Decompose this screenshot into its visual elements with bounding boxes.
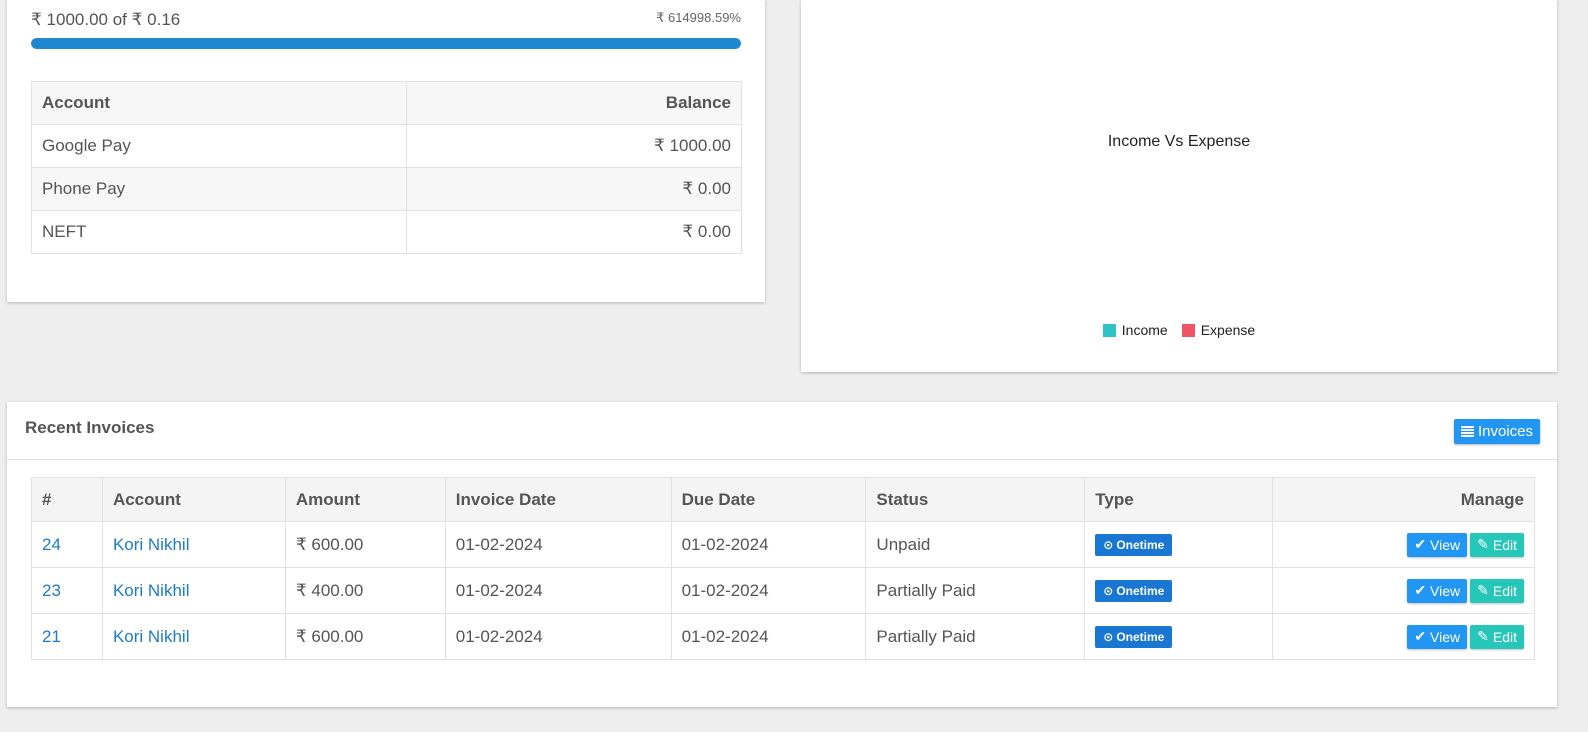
- dot-circle-icon: ⊙: [1103, 537, 1114, 552]
- recent-invoices-panel: Recent Invoices Invoices # Account Amoun…: [7, 402, 1557, 707]
- invoices-button-label: Invoices: [1477, 423, 1533, 440]
- view-button-label: View: [1430, 536, 1461, 553]
- pencil-icon: ✎: [1477, 628, 1489, 644]
- invoice-date: 01-02-2024: [444, 613, 672, 660]
- account-balance: ₹ 0.00: [406, 167, 742, 211]
- column-header-account: Account: [101, 477, 286, 522]
- panel-title: Recent Invoices: [25, 418, 155, 437]
- type-badge: ⊙ Onetime: [1095, 579, 1173, 602]
- manage-cell: ✔ View ✎ Edit: [1272, 521, 1535, 568]
- invoice-status: Unpaid: [865, 521, 1086, 568]
- invoice-number-link[interactable]: 21: [31, 613, 103, 660]
- column-header-number: #: [31, 477, 103, 522]
- column-header-manage: Manage: [1272, 477, 1535, 522]
- legend-label-income: Income: [1121, 322, 1168, 338]
- invoice-type-cell: ⊙ Onetime: [1084, 613, 1274, 660]
- account-name: NEFT: [30, 210, 408, 254]
- type-badge: ⊙ Onetime: [1095, 533, 1173, 556]
- invoice-amount: ₹ 400.00: [284, 567, 446, 614]
- pencil-icon: ✎: [1477, 536, 1489, 552]
- invoice-date: 01-02-2024: [444, 521, 672, 568]
- account-name: Google Pay: [30, 124, 408, 168]
- invoice-type-cell: ⊙ Onetime: [1084, 521, 1274, 568]
- check-icon: ✔: [1414, 536, 1427, 552]
- view-button[interactable]: ✔ View: [1407, 578, 1468, 603]
- account-balance: ₹ 1000.00: [406, 124, 742, 168]
- legend-swatch-income: [1102, 323, 1116, 337]
- table-row: 24 Kori Nikhil ₹ 600.00 01-02-2024 01-02…: [31, 521, 1535, 568]
- dot-circle-icon: ⊙: [1103, 629, 1114, 644]
- dot-circle-icon: ⊙: [1103, 583, 1114, 598]
- invoice-due-date: 01-02-2024: [670, 613, 867, 660]
- invoice-status: Partially Paid: [865, 613, 1086, 660]
- invoice-status: Partially Paid: [865, 567, 1086, 614]
- edit-button-label: Edit: [1492, 582, 1517, 599]
- pencil-icon: ✎: [1477, 582, 1489, 598]
- invoice-account-link[interactable]: Kori Nikhil: [101, 567, 286, 614]
- accounts-panel: ₹ 1000.00 of ₹ 0.16 ₹ 614998.59% Account…: [7, 0, 765, 302]
- invoice-due-date: 01-02-2024: [670, 521, 867, 568]
- accounts-table: Account Balance Google Pay ₹ 1000.00 Pho…: [30, 81, 742, 254]
- table-row: NEFT ₹ 0.00: [30, 210, 742, 254]
- progress-bar-fill: [31, 38, 741, 49]
- invoice-account-link[interactable]: Kori Nikhil: [101, 613, 286, 660]
- legend-item-income[interactable]: Income: [1102, 322, 1168, 338]
- column-header-due-date: Due Date: [670, 477, 867, 522]
- column-header-type: Type: [1084, 477, 1274, 522]
- invoice-amount: ₹ 600.00: [284, 613, 446, 660]
- invoice-due-date: 01-02-2024: [670, 567, 867, 614]
- account-balance: ₹ 0.00: [406, 210, 742, 254]
- edit-button[interactable]: ✎ Edit: [1470, 532, 1524, 557]
- invoice-date: 01-02-2024: [444, 567, 672, 614]
- edit-button[interactable]: ✎ Edit: [1470, 624, 1524, 649]
- table-row: 21 Kori Nikhil ₹ 600.00 01-02-2024 01-02…: [31, 613, 1535, 660]
- column-header-invoice-date: Invoice Date: [444, 477, 672, 522]
- view-button-label: View: [1430, 628, 1461, 645]
- type-badge-label: Onetime: [1116, 583, 1165, 598]
- table-header-row: Account Balance: [30, 81, 742, 125]
- type-badge-label: Onetime: [1116, 537, 1165, 552]
- table-row: Google Pay ₹ 1000.00: [30, 124, 742, 168]
- income-expense-chart-panel: Income Vs Expense Income Expense: [801, 0, 1557, 372]
- manage-cell: ✔ View ✎ Edit: [1272, 613, 1535, 660]
- legend-label-expense: Expense: [1200, 322, 1256, 338]
- invoices-table: # Account Amount Invoice Date Due Date S…: [31, 477, 1535, 660]
- table-row: Phone Pay ₹ 0.00: [30, 167, 742, 211]
- chart-legend: Income Expense: [801, 322, 1557, 338]
- type-badge: ⊙ Onetime: [1095, 625, 1173, 648]
- legend-item-expense[interactable]: Expense: [1181, 322, 1256, 338]
- invoice-amount: ₹ 600.00: [284, 521, 446, 568]
- panel-header: Recent Invoices Invoices: [7, 402, 1557, 460]
- invoice-number-link[interactable]: 24: [31, 521, 103, 568]
- type-badge-label: Onetime: [1116, 629, 1165, 644]
- table-header-row: # Account Amount Invoice Date Due Date S…: [31, 477, 1535, 522]
- manage-cell: ✔ View ✎ Edit: [1272, 567, 1535, 614]
- edit-button-label: Edit: [1492, 536, 1517, 553]
- edit-button[interactable]: ✎ Edit: [1470, 578, 1524, 603]
- column-header-amount: Amount: [284, 477, 446, 522]
- progress-bar: [31, 38, 741, 49]
- progress-caption: ₹ 1000.00 of ₹ 0.16: [31, 10, 181, 29]
- check-icon: ✔: [1414, 628, 1427, 644]
- chart-title: Income Vs Expense: [1107, 133, 1251, 150]
- invoice-type-cell: ⊙ Onetime: [1084, 567, 1274, 614]
- column-header-status: Status: [865, 477, 1086, 522]
- check-icon: ✔: [1414, 582, 1427, 598]
- invoice-account-link[interactable]: Kori Nikhil: [101, 521, 286, 568]
- edit-button-label: Edit: [1492, 628, 1517, 645]
- invoice-number-link[interactable]: 23: [31, 567, 103, 614]
- list-icon: [1460, 426, 1474, 437]
- account-name: Phone Pay: [30, 167, 408, 211]
- column-header-balance: Balance: [406, 81, 742, 125]
- view-button-label: View: [1430, 582, 1461, 599]
- legend-swatch-expense: [1181, 323, 1195, 337]
- table-row: 23 Kori Nikhil ₹ 400.00 01-02-2024 01-02…: [31, 567, 1535, 614]
- view-button[interactable]: ✔ View: [1407, 532, 1468, 557]
- view-button[interactable]: ✔ View: [1407, 624, 1468, 649]
- column-header-account: Account: [30, 81, 408, 125]
- invoices-button[interactable]: Invoices: [1453, 419, 1540, 444]
- progress-percent: ₹ 614998.59%: [656, 10, 741, 25]
